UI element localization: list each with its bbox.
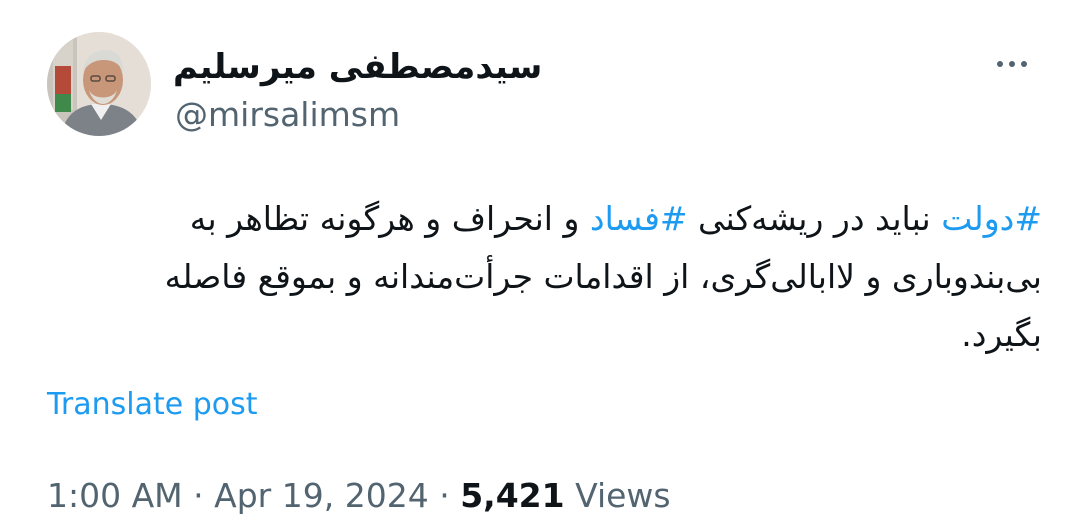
more-icon-dot — [1009, 61, 1015, 67]
tweet-text-segment: نباید در ریشه‌کنی — [687, 199, 942, 238]
meta-separator: · — [439, 476, 450, 515]
author-display-name[interactable]: سیدمصطفی میرسلیم — [173, 44, 542, 90]
tweet-text: #دولت نباید در ریشه‌کنی #فساد و انحراف و… — [82, 190, 1042, 364]
author-handle[interactable]: @mirsalimsm — [175, 94, 400, 136]
tweet-date[interactable]: Apr 19, 2024 — [214, 476, 429, 515]
meta-separator: · — [193, 476, 204, 515]
hashtag-link[interactable]: #فساد — [590, 199, 688, 238]
translate-post-link[interactable]: Translate post — [47, 384, 258, 426]
more-icon — [997, 61, 1003, 67]
avatar[interactable] — [47, 32, 151, 136]
views-count[interactable]: 5,421 — [460, 476, 564, 515]
tweet-meta: 1:00 AM · Apr 19, 2024 · 5,421 Views — [47, 473, 671, 519]
hashtag-link[interactable]: #دولت — [941, 199, 1042, 238]
views-label[interactable]: Views — [575, 476, 671, 515]
more-options-button[interactable] — [984, 47, 1040, 81]
tweet-time[interactable]: 1:00 AM — [47, 476, 183, 515]
more-icon-dot — [1021, 61, 1027, 67]
avatar-photo — [47, 32, 151, 136]
